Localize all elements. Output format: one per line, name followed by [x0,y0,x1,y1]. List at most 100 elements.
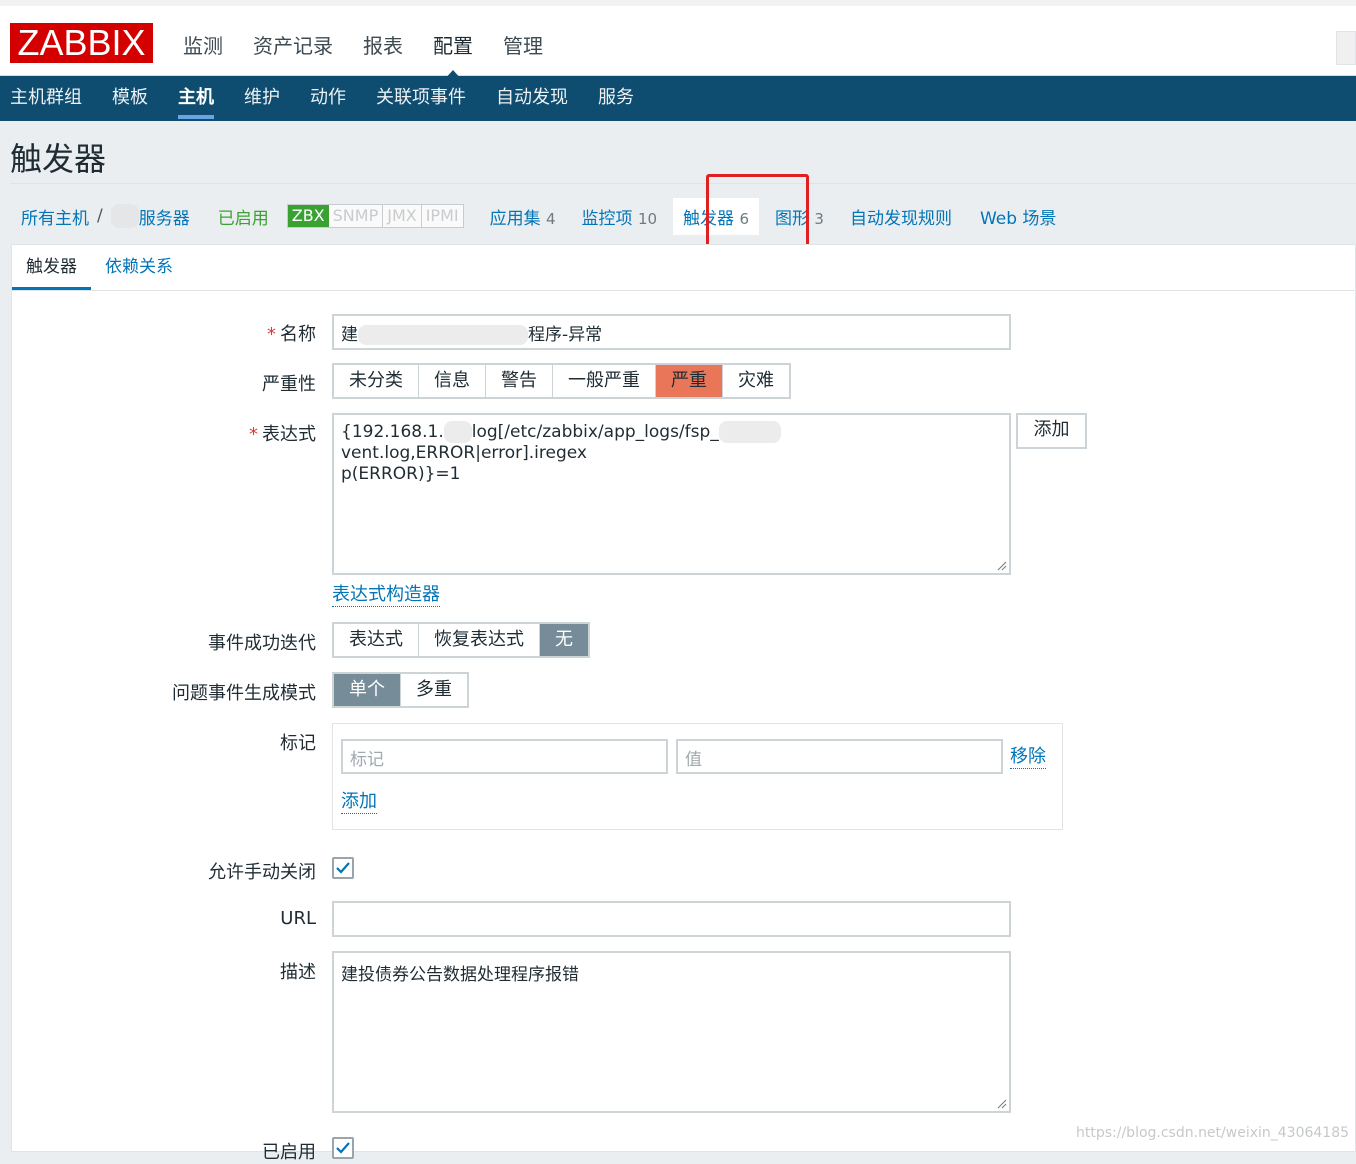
watermark: https://blog.csdn.net/weixin_43064185 [1076,1125,1350,1141]
tab-trigger[interactable]: 触发器 [12,245,91,290]
problem-mode-single[interactable]: 单个 [334,674,400,706]
ok-event-recovery-expression[interactable]: 恢复表达式 [418,624,539,656]
breadcrumb-all-hosts[interactable]: 所有主机 [21,204,89,229]
checkmark-icon [336,1142,350,1154]
main-menu-configuration[interactable]: 配置 [433,28,473,80]
required-marker: * [249,424,258,445]
tags-container: 标记 值 移除 添加 [332,723,1063,830]
problem-mode-selector: 单个 多重 [332,672,469,708]
severity-not-classified[interactable]: 未分类 [334,365,418,397]
expression-part-1: {192.168.1. [341,422,444,442]
zbx-badge: ZBX [287,205,329,227]
zabbix-logo[interactable]: ZABBIX [10,23,153,63]
url-field[interactable] [332,901,1011,937]
search-input[interactable] [1336,31,1356,65]
expression-textarea[interactable]: {192.168.1. log[/etc/zabbix/app_logs/fsp_… [332,413,1011,575]
manual-close-checkbox[interactable] [332,857,354,879]
host-status[interactable]: 已启用 [218,204,269,229]
tag-remove-link[interactable]: 移除 [1010,746,1046,769]
form-tabs: 触发器 依赖关系 [12,245,1356,291]
severity-information[interactable]: 信息 [418,365,485,397]
nav-applications[interactable]: 应用集 4 [490,204,556,229]
required-marker: * [267,324,276,345]
breadcrumb-separator: / [97,206,103,226]
name-label: * 名称 [16,320,316,346]
expression-line-2: p(ERROR)}=1 [341,464,461,484]
resize-handle-icon[interactable] [997,561,1007,571]
severity-high[interactable]: 严重 [655,365,722,397]
severity-average[interactable]: 一般严重 [552,365,655,397]
snmp-badge: SNMP [328,205,383,227]
jmx-badge: JMX [382,205,421,227]
tag-name-input[interactable]: 标记 [341,739,668,774]
problem-mode-multiple[interactable]: 多重 [400,674,467,706]
problem-mode-label: 问题事件生成模式 [172,683,316,704]
breadcrumb-host[interactable]: 服务器 [139,204,190,229]
main-menu-administration[interactable]: 管理 [503,28,543,64]
redacted-filename [718,421,781,443]
expression-part-3: vent.log,ERROR|error].iregex [341,443,587,463]
tag-value-placeholder: 值 [685,750,702,770]
expression-constructor-link[interactable]: 表达式构造器 [332,584,440,607]
ok-event-generation-selector: 表达式 恢复表达式 无 [332,622,590,658]
sub-menu-maintenance[interactable]: 维护 [244,76,280,121]
sub-menu-services[interactable]: 服务 [598,76,634,121]
tag-value-input[interactable]: 值 [676,739,1003,774]
enabled-checkbox[interactable] [332,1137,354,1159]
main-menu-inventory[interactable]: 资产记录 [253,28,333,64]
redacted-name-segment [358,325,528,345]
sub-menu-templates[interactable]: 模板 [112,76,148,121]
nav-items-count: 10 [637,209,658,228]
ok-event-none[interactable]: 无 [539,624,588,656]
name-label-text: 名称 [280,324,316,345]
severity-selector: 未分类 信息 警告 一般严重 严重 灾难 [332,363,791,399]
expression-label-text: 表达式 [262,424,316,445]
trigger-form-panel: 触发器 依赖关系 * 名称 建程序-异常 严重性 未分类 信息 警告 一般严重 严… [11,244,1356,1163]
title-divider [10,183,1356,184]
redacted-ip [443,421,472,443]
sub-menu-hosts[interactable]: 主机 [178,76,214,121]
page-title: 触发器 [10,140,107,178]
nav-discovery-rules[interactable]: 自动发现规则 [850,204,952,229]
url-label: URL [280,908,316,929]
severity-warning[interactable]: 警告 [485,365,552,397]
main-menu-configuration-label: 配置 [433,34,473,58]
sub-menu-host-groups[interactable]: 主机群组 [10,76,82,121]
ipmi-badge: IPMI [420,205,463,227]
expression-add-button[interactable]: 添加 [1016,413,1087,449]
redacted-host-name [110,204,139,228]
ok-event-expression[interactable]: 表达式 [334,624,418,656]
nav-graphs-count: 3 [814,209,824,228]
description-value: 建投债券公告数据处理程序报错 [341,965,579,985]
sub-menu-discovery[interactable]: 自动发现 [496,76,568,121]
name-field[interactable]: 建 程序-异常 [332,314,1011,350]
nav-items[interactable]: 监控项 10 [582,204,658,229]
checkmark-icon [336,862,350,874]
sub-menu-event-correlation[interactable]: 关联项事件 [376,76,466,121]
expression-part-2: log[/etc/zabbix/app_logs/fsp_ [471,422,719,442]
tag-name-placeholder: 标记 [350,750,384,770]
nav-applications-label: 应用集 [489,208,541,229]
main-menu-reports[interactable]: 报表 [363,28,403,64]
description-textarea[interactable]: 建投债券公告数据处理程序报错 [332,951,1011,1113]
main-menu-monitoring[interactable]: 监测 [183,28,223,64]
tab-dependencies[interactable]: 依赖关系 [91,245,187,290]
sub-menu: 主机群组 模板 主机 维护 动作 关联项事件 自动发现 服务 [0,76,1356,121]
resize-handle-icon[interactable] [997,1099,1007,1109]
tags-label: 标记 [280,733,316,754]
nav-items-label: 监控项 [581,208,633,229]
manual-close-label: 允许手动关闭 [208,862,316,883]
tag-add-link[interactable]: 添加 [341,791,377,814]
nav-web-scenarios[interactable]: Web 场景 [980,204,1056,229]
enabled-label: 已启用 [262,1142,316,1163]
expression-label: * 表达式 [16,420,316,446]
sub-menu-actions[interactable]: 动作 [310,76,346,121]
severity-disaster[interactable]: 灾难 [722,365,789,397]
nav-applications-count: 4 [546,209,556,228]
name-value-suffix: 程序-异常 [528,325,603,345]
ok-event-generation-label: 事件成功迭代 [208,633,316,654]
description-label: 描述 [280,962,316,983]
main-menu: 监测 资产记录 报表 配置 管理 [183,28,573,80]
top-header: ZABBIX 监测 资产记录 报表 配置 管理 [0,0,1356,80]
severity-label: 严重性 [262,374,316,395]
